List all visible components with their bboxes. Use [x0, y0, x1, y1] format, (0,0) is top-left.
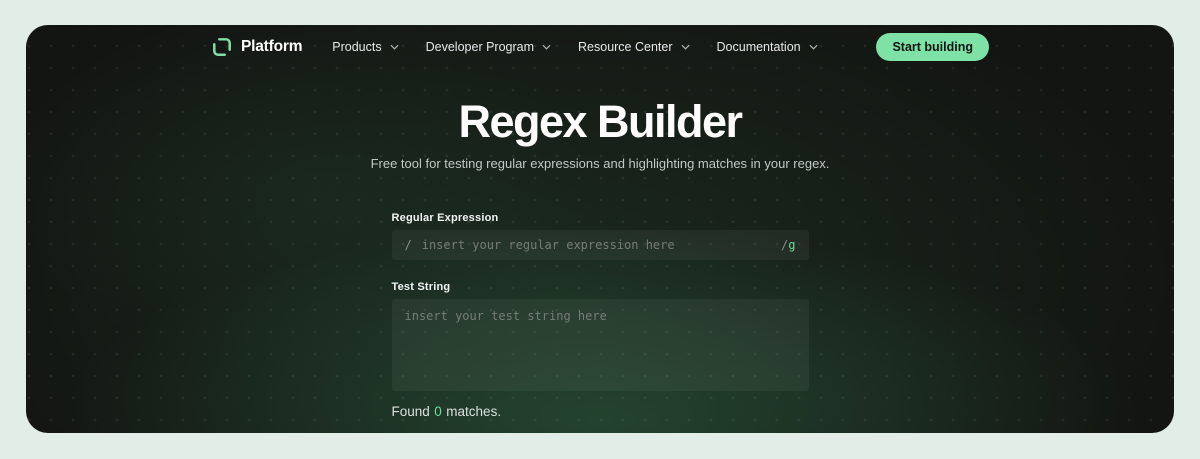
found-suffix: matches.: [446, 403, 502, 419]
match-count: 0: [434, 403, 442, 419]
start-building-button[interactable]: Start building: [876, 33, 989, 61]
brand-name: Platform: [241, 38, 303, 55]
nav-item-label: Developer Program: [425, 40, 535, 54]
regex-open-slash: /: [404, 237, 412, 252]
platform-logo-icon: [211, 36, 233, 58]
nav-item-label: Documentation: [716, 40, 801, 54]
top-nav: Platform Products Developer Program Reso: [26, 33, 1174, 61]
regex-flags: g: [788, 237, 796, 252]
regex-flags-group: / g: [781, 238, 795, 252]
regex-builder-form: Regular Expression / /g Test String Foun…: [391, 211, 809, 419]
test-string-label: Test String: [391, 280, 451, 293]
regex-close-slash: /: [781, 237, 789, 252]
nav-item-documentation[interactable]: Documentation: [717, 40, 818, 54]
regex-input[interactable]: [421, 237, 782, 252]
regex-label: Regular Expression: [391, 211, 499, 224]
chevron-down-icon: [680, 44, 690, 50]
page-title: Regex Builder: [458, 96, 743, 147]
page-subtitle: Free tool for testing regular expression…: [370, 155, 830, 171]
nav-inner: Platform Products Developer Program Reso: [211, 33, 989, 61]
nav-item-label: Resource Center: [578, 40, 673, 54]
nav-item-developer-program[interactable]: Developer Program: [426, 40, 551, 54]
nav-item-resource-center[interactable]: Resource Center: [578, 40, 690, 54]
chevron-down-icon: [390, 44, 399, 50]
regex-input-container[interactable]: / /g: [391, 229, 809, 260]
app-panel: Platform Products Developer Program Reso: [26, 25, 1174, 433]
nav-item-products[interactable]: Products: [332, 40, 399, 54]
match-count-line: Found 0 matches.: [392, 404, 809, 419]
brand[interactable]: Platform: [211, 36, 302, 58]
nav-item-label: Products: [332, 40, 382, 54]
test-string-textarea[interactable]: [391, 298, 809, 391]
nav-links: Products Developer Program Resource Cent…: [332, 40, 818, 54]
chevron-down-icon: [542, 44, 551, 50]
chevron-down-icon: [809, 44, 818, 50]
main-content: Regex Builder Free tool for testing regu…: [26, 97, 1174, 419]
found-prefix: Found: [391, 403, 430, 419]
